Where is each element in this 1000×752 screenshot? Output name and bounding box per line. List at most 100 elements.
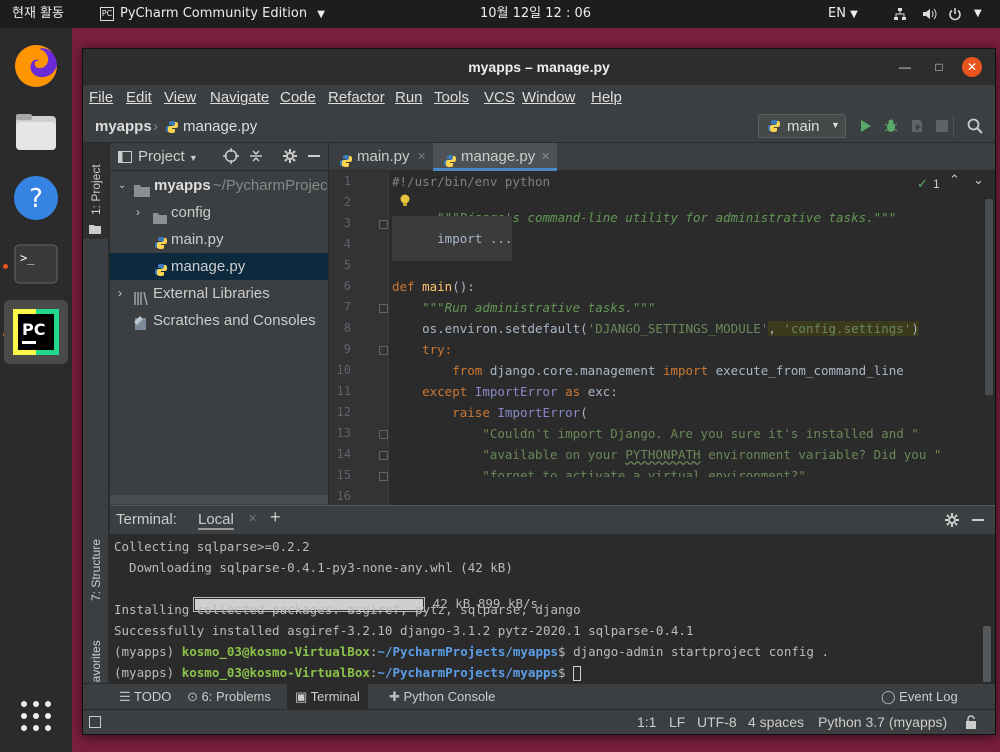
tree-row-manage-py[interactable]: manage.py [110,253,328,280]
todo-tool-button[interactable]: ☰ TODO [119,684,171,710]
code-line-9[interactable]: os.environ.setdefault('DJANGO_SETTINGS_M… [392,321,919,336]
menu-vcs[interactable]: VCS [484,89,515,106]
terminal-input-line[interactable]: (myapps) kosmo_03@kosmo-VirtualBox:~/Pyc… [114,665,582,681]
chevron-up-icon[interactable]: ⌃ [949,173,960,188]
line-number: 1 [343,174,351,188]
collapse-all-icon[interactable] [249,148,263,168]
menu-file[interactable]: File [89,89,113,106]
clock[interactable]: 10월 12일 12 : 06 [480,0,591,28]
code-line-8[interactable]: """Run administrative tasks.""" [392,300,655,315]
run-icon[interactable] [859,118,873,138]
indent-setting[interactable]: 4 spaces [748,714,804,730]
menu-edit[interactable]: Edit [126,89,152,106]
toggle-tool-windows-icon[interactable] [89,716,101,728]
gear-icon[interactable] [944,512,960,532]
menu-navigate[interactable]: Navigate [210,89,269,106]
lightbulb-icon[interactable] [399,193,411,212]
debug-icon[interactable] [883,118,899,138]
pycharm-icon[interactable]: PC [4,300,68,364]
fold-marker[interactable] [379,451,388,460]
tree-row-external-libraries[interactable]: › External Libraries [110,280,328,307]
checkmark-icon[interactable]: ✓ [917,177,928,192]
event-log-tool-button[interactable]: ◯ Event Log [881,684,958,710]
menu-refactor[interactable]: Refactor [328,89,385,106]
fold-marker[interactable] [379,346,388,355]
terminal-scrollbar[interactable] [983,626,991,682]
maximize-button[interactable]: □ [929,57,949,77]
editor-scrollbar[interactable] [985,199,993,395]
menu-code[interactable]: Code [280,89,316,106]
code-line-7[interactable]: def main(): [392,279,475,294]
hide-panel-icon[interactable] [308,155,320,157]
power-icon[interactable] [948,0,962,28]
project-view-selector[interactable]: Project ▼ [138,148,198,165]
fold-marker[interactable] [379,220,388,229]
search-icon[interactable] [967,118,983,138]
menu-help[interactable]: Help [591,89,622,106]
code-line-11[interactable]: from django.core.management import execu… [392,363,904,378]
tab-main-py[interactable]: main.py ✕ [329,143,433,171]
tree-row-scratches[interactable]: Scratches and Consoles [110,307,328,334]
help-icon[interactable]: ? [4,166,68,230]
tree-row-project-root[interactable]: ⌄ myapps ~/PycharmProjects/myapps [110,172,328,199]
show-apps-icon[interactable] [20,700,52,736]
tree-row-config[interactable]: › config [110,199,328,226]
code-line-10[interactable]: try: [392,342,452,357]
terminal-tool-button[interactable]: ▣ Terminal [287,684,368,710]
chevron-down-icon[interactable]: ▼ [974,0,982,28]
fold-marker[interactable] [379,304,388,313]
code-line-15[interactable]: "available on your PYTHONPATH environmen… [392,447,941,462]
structure-tool-tab[interactable]: 7: Structure [83,513,109,603]
close-button[interactable]: ✕ [962,57,982,77]
menu-tools[interactable]: Tools [434,89,469,106]
favorites-tool-tab[interactable]: 2: Favorites ★ [83,613,109,715]
volume-icon[interactable] [922,0,938,28]
close-tab-icon[interactable]: ✕ [541,143,550,171]
files-icon[interactable] [4,100,68,164]
chevron-down-icon[interactable]: ⌄ [973,173,984,188]
close-tab-icon[interactable]: ✕ [248,512,257,525]
breadcrumb-file[interactable]: manage.py [183,118,257,135]
stop-icon[interactable] [935,119,949,137]
window-titlebar[interactable]: myapps – manage.py — □ ✕ [83,49,995,85]
menu-run[interactable]: Run [395,89,423,106]
code-line-16[interactable]: "forget to activate a virtual environmen… [392,468,806,477]
add-terminal-icon[interactable]: + [270,507,281,528]
hide-panel-icon[interactable] [972,519,984,521]
code-line-13[interactable]: raise ImportError( [392,405,588,420]
code-line-12[interactable]: except ImportError as exc: [392,384,618,399]
python-interpreter[interactable]: Python 3.7 (myapps) [818,714,947,730]
code-line-1[interactable]: #!/usr/bin/env python [392,174,550,189]
tree-row-main-py[interactable]: main.py [110,226,328,253]
activities-button[interactable]: 현재 활동 [12,0,64,28]
code-line-3[interactable]: import ... [392,216,513,261]
caret-position[interactable]: 1:1 [637,714,656,730]
gear-icon[interactable] [282,148,298,168]
minimize-button[interactable]: — [895,57,915,77]
fold-marker[interactable] [379,472,388,481]
breadcrumb-project[interactable]: myapps [95,118,152,135]
lock-icon[interactable] [965,715,977,732]
menu-view[interactable]: View [164,89,196,106]
code-line-14[interactable]: "Couldn't import Django. Are you sure it… [392,426,919,441]
language-selector[interactable]: EN ▼ [828,0,858,28]
menu-window[interactable]: Window [522,89,575,106]
file-encoding[interactable]: UTF-8 [697,714,737,730]
fold-marker[interactable] [379,430,388,439]
terminal-tab-local[interactable]: Local ✕ [190,506,264,534]
project-tool-tab[interactable]: 1: Project [83,143,109,239]
network-icon[interactable] [893,0,907,28]
firefox-icon[interactable] [4,34,68,98]
problems-tool-button[interactable]: ⊙ 6: Problems [187,684,271,710]
run-config-selector[interactable]: main ▼ [758,114,846,138]
app-menu[interactable]: PC PyCharm Community Edition ▼ [100,0,325,28]
locate-file-icon[interactable] [223,148,239,168]
tab-manage-py[interactable]: manage.py ✕ [433,143,557,171]
python-console-tool-button[interactable]: ✚ Python Console [389,684,495,710]
horizontal-scrollbar[interactable] [110,495,328,504]
terminal-icon[interactable]: >_ [4,232,68,296]
close-tab-icon[interactable]: ✕ [417,143,426,171]
line-separator[interactable]: LF [669,714,685,730]
project-panel-icon [118,150,132,167]
run-coverage-icon[interactable] [909,118,925,138]
